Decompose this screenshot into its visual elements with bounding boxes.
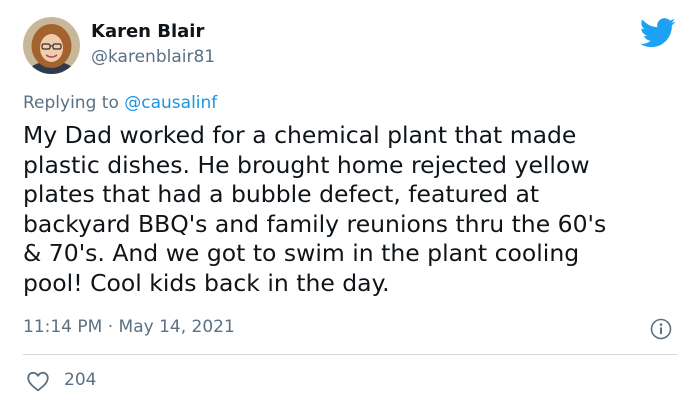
tweet-text: My Dad worked for a chemical plant that … [23,121,683,298]
tweet-timestamp[interactable]: 11:14 PM · May 14, 2021 [23,317,235,337]
like-count: 204 [64,370,97,390]
tweet-text-line: plastic dishes. He brought home rejected… [23,150,590,179]
tweet-card: Karen Blair @karenblair81 Replying to @c… [0,0,700,409]
reply-prefix: Replying to [23,93,119,113]
tweet-date: May 14, 2021 [118,317,235,337]
meta-separator: · [107,317,114,337]
reply-context: Replying to @causalinf [23,93,217,113]
tweet-text-line: backyard BBQ's and family reunions thru … [23,209,607,238]
heart-icon[interactable] [26,370,50,392]
tweet-text-line: My Dad worked for a chemical plant that … [23,121,577,149]
tweet-time: 11:14 PM [23,317,103,337]
avatar[interactable] [23,17,80,74]
reply-mention-link[interactable]: @causalinf [124,93,217,113]
info-icon[interactable] [650,318,672,340]
tweet-text-line: plates that had a bubble defect, feature… [23,180,540,208]
tweet-text-line: pool! Cool kids back in the day. [23,268,390,297]
user-avatar-photo [23,17,80,74]
tweet-text-line: & 70's. And we got to swim in the plant … [23,239,580,267]
author-name[interactable]: Karen Blair [91,21,204,42]
author-handle[interactable]: @karenblair81 [91,47,215,67]
twitter-bird-icon[interactable] [640,18,676,48]
divider [23,354,677,355]
